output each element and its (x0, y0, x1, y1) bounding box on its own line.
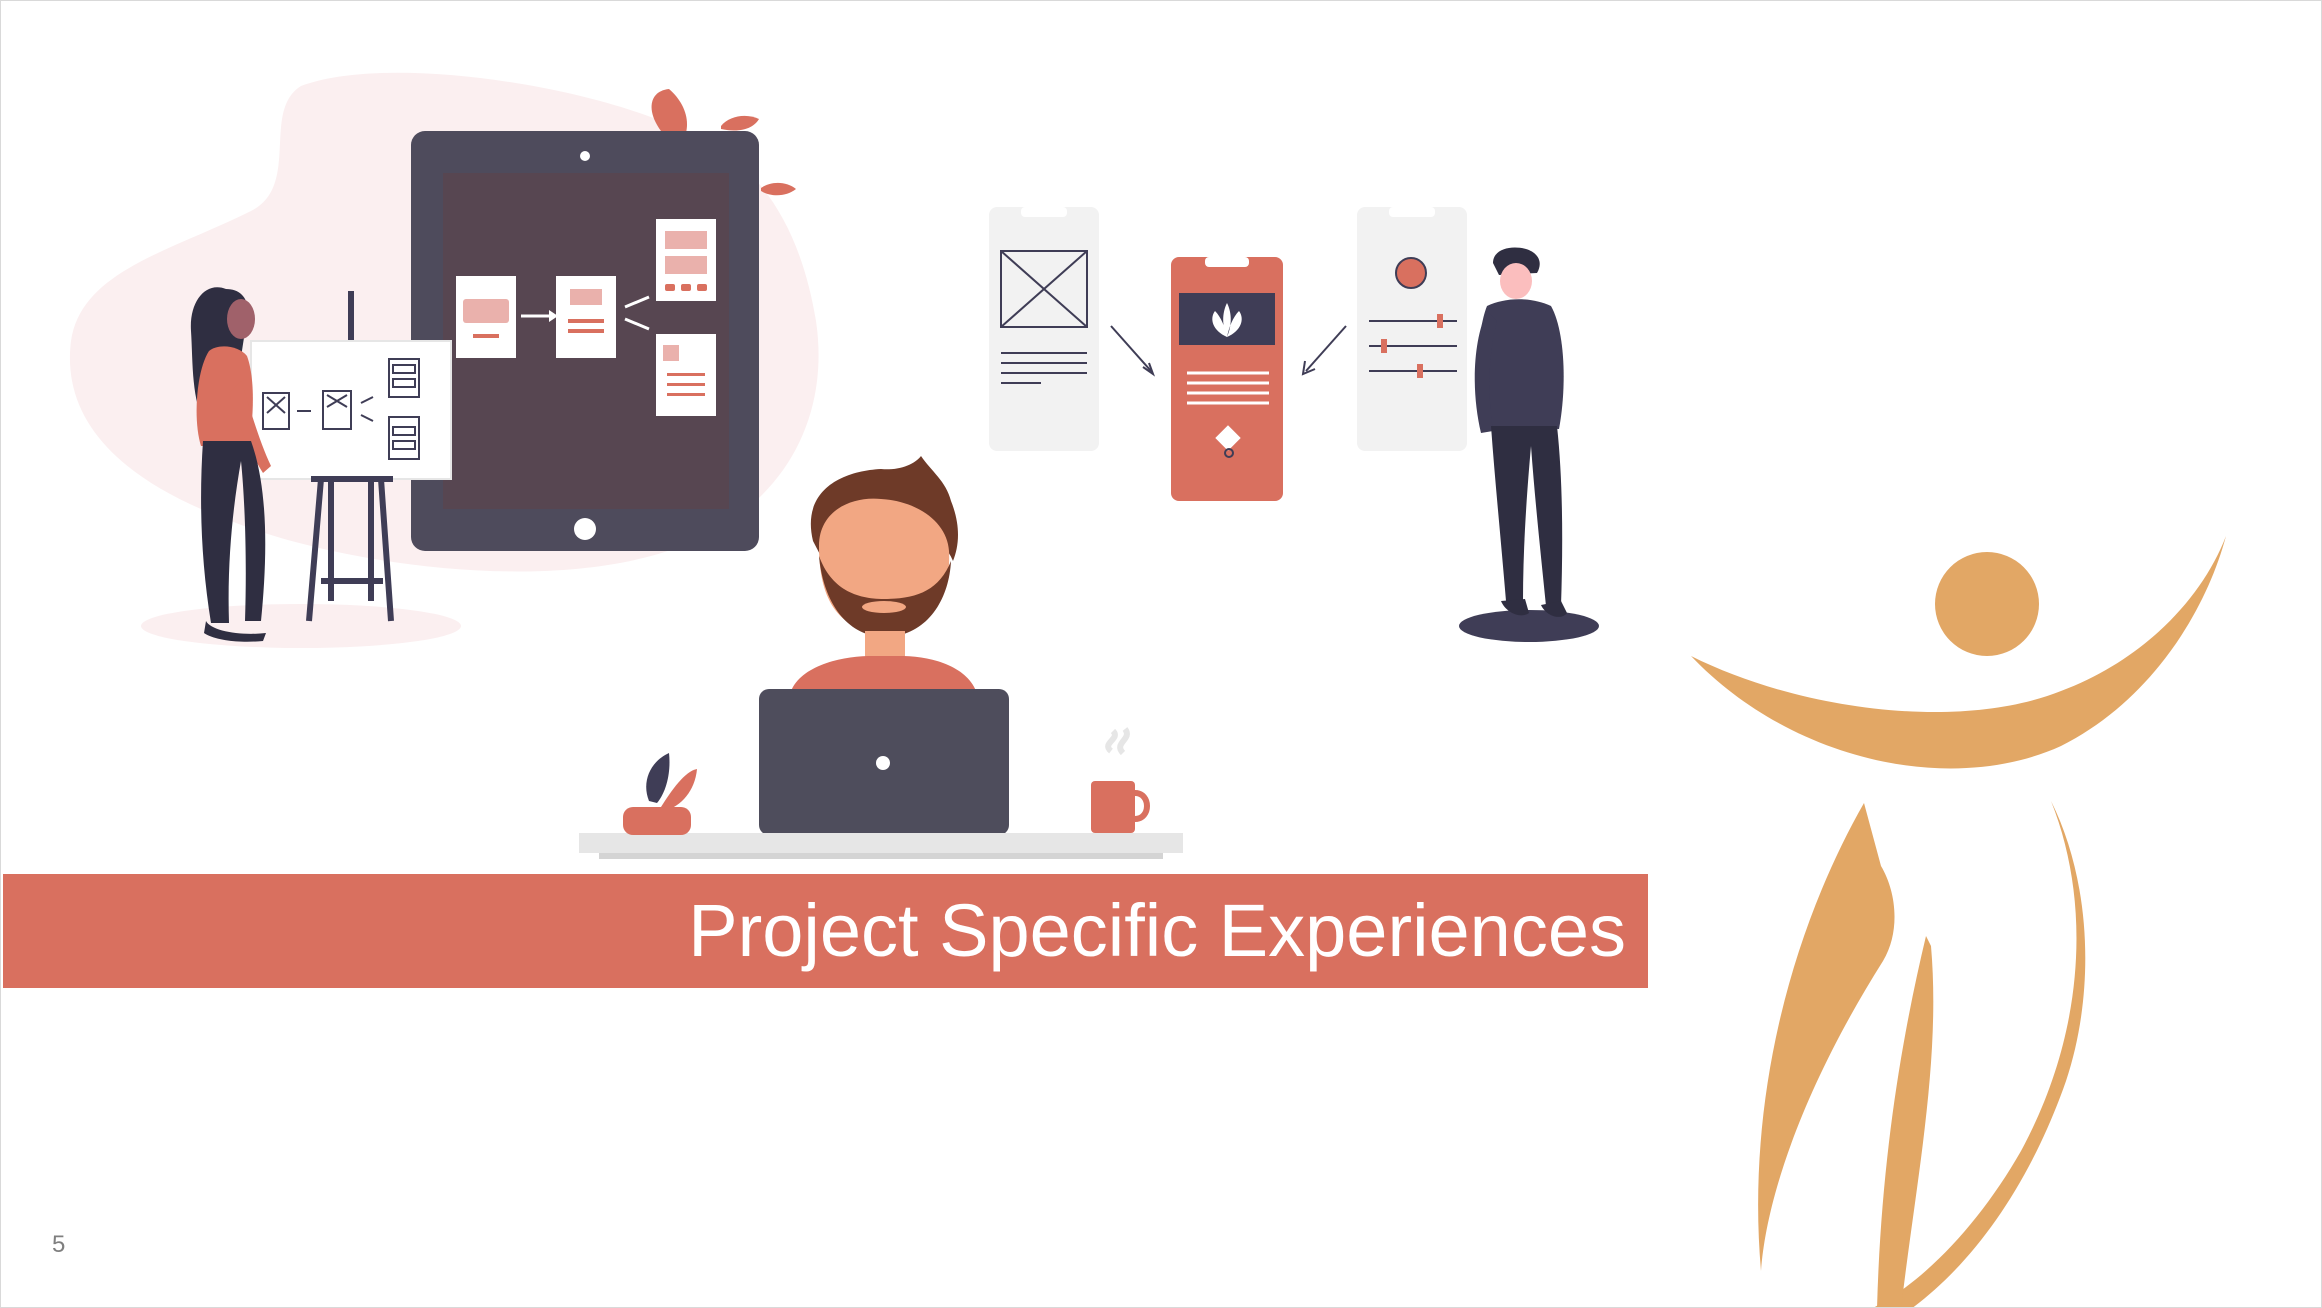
woman-face (227, 299, 255, 339)
woman-legs (201, 441, 266, 623)
wireframe-phone (1357, 207, 1467, 451)
man-face (1500, 263, 1532, 299)
easel-mast (348, 291, 354, 341)
mug-steam (1105, 727, 1130, 756)
phone-notch (1389, 207, 1435, 217)
tablet-camera (580, 151, 590, 161)
leaf-decoration (721, 115, 759, 131)
logo-head (1935, 552, 2039, 656)
flow-card-line (473, 334, 499, 338)
man-pants (1491, 426, 1563, 606)
flow-card-line (568, 319, 604, 323)
gold-figure-logo (1691, 536, 2226, 1307)
slider-thumb (1417, 364, 1423, 378)
flow-card-line (568, 329, 604, 333)
flow-card-block (665, 231, 707, 249)
wireframes-illustration (989, 207, 1599, 642)
slide-title: Project Specific Experiences (688, 889, 1626, 972)
logo-left-leg (1758, 803, 1895, 1271)
phone-notch (1205, 257, 1249, 267)
man-shirt (791, 656, 976, 691)
flow-card-line (665, 284, 675, 291)
flow-card-line (697, 284, 707, 291)
leaf-decoration (761, 182, 796, 196)
title-band: Project Specific Experiences (3, 874, 1648, 988)
phone-notch (1021, 207, 1067, 217)
flow-card-block (663, 345, 679, 361)
plant-pot (623, 807, 691, 835)
flow-card-line (667, 393, 705, 396)
flow-card-block (665, 256, 707, 274)
desk-edge (599, 853, 1163, 859)
man-mouth (862, 601, 906, 613)
wireframe-phone (989, 207, 1099, 451)
flow-card-block (463, 299, 509, 323)
slide: Project Specific Experiences 5 (0, 0, 2322, 1308)
connector-arrow (1305, 325, 1347, 372)
mug-handle (1134, 790, 1150, 822)
flow-card (556, 276, 616, 358)
slider-thumb (1381, 339, 1387, 353)
mug (1091, 781, 1135, 833)
illustrations (69, 72, 2226, 1307)
floor-shadow (141, 604, 461, 648)
slider-thumb (1437, 314, 1443, 328)
connector-arrow (1110, 325, 1152, 372)
flow-card-line (667, 383, 705, 386)
tablet-home-button (574, 518, 596, 540)
logo-inner-leg (1877, 936, 1934, 1307)
plant-leaf (646, 753, 670, 803)
flow-card-block (570, 289, 602, 305)
woman-presenting-illustration (69, 72, 819, 648)
record-button-icon (1395, 257, 1427, 289)
flow-card-line (681, 284, 691, 291)
page-number: 5 (52, 1231, 66, 1258)
laptop-logo (876, 756, 890, 770)
floor-shadow (1459, 610, 1599, 642)
flow-card-line (667, 373, 705, 376)
desk-top (579, 833, 1183, 853)
